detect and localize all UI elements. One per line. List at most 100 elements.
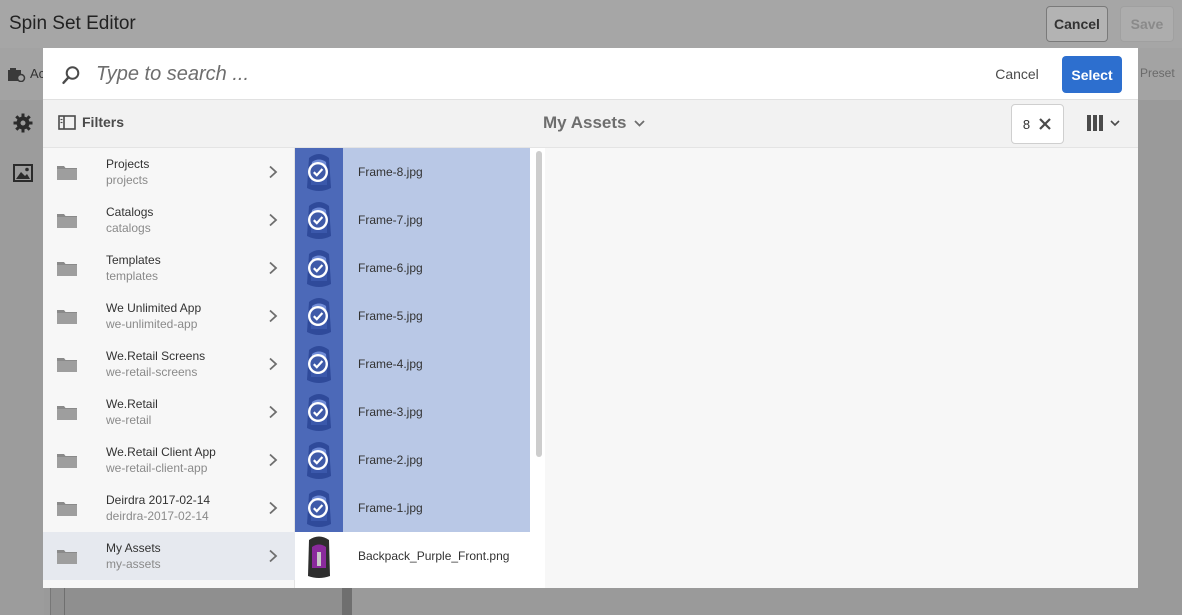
checkmark-icon[interactable] [307,449,329,471]
asset-row[interactable]: Frame-8.jpg [295,148,530,196]
folder-row[interactable]: We.Retail Screens we-retail-screens [43,340,295,388]
cancel-button[interactable]: Cancel [984,63,1050,85]
folder-title: We.Retail [106,397,158,411]
asset-row[interactable]: Frame-7.jpg [295,196,530,244]
checkmark-icon[interactable] [307,161,329,183]
editor-canvas-edge [50,588,350,615]
asset-row[interactable]: Frame-5.jpg [295,292,530,340]
asset-thumbnail [295,532,343,580]
folder-title: Templates [106,253,161,267]
folder-node-name: catalogs [106,221,151,235]
chevron-right-icon[interactable] [268,165,278,179]
folder-icon [57,166,77,180]
chevron-right-icon[interactable] [268,261,278,275]
clear-selection-icon[interactable] [1038,117,1052,131]
chevron-down-icon [634,119,646,127]
chevron-right-icon[interactable] [268,309,278,323]
editor-cancel-button[interactable]: Cancel [1046,6,1108,42]
checkmark-icon[interactable] [307,209,329,231]
asset-name: Frame-4.jpg [358,357,423,371]
checkmark-icon[interactable] [307,305,329,327]
search-input[interactable] [96,58,796,90]
folder-node-name: templates [106,269,159,283]
asset-name: Frame-3.jpg [358,405,423,419]
asset-row[interactable]: Frame-1.jpg [295,484,530,532]
checkmark-icon[interactable] [307,353,329,375]
folder-row[interactable]: Projects projects [43,148,295,196]
chevron-right-icon[interactable] [268,357,278,371]
asset-name: Frame-6.jpg [358,261,423,275]
editor-canvas-divider [64,588,65,615]
asset-thumbnail [295,196,343,244]
preview-column [545,148,1138,588]
folder-icon [57,262,77,276]
folder-row[interactable]: We.Retail we-retail [43,388,295,436]
folder-title: We.Retail Client App [106,445,216,459]
asset-row[interactable]: Frame-4.jpg [295,340,530,388]
folder-row[interactable]: We Unlimited App we-unlimited-app [43,292,295,340]
asset-picker-dialog: Cancel Select Filters My Assets 8 [43,48,1138,588]
editor-title: Spin Set Editor [9,13,136,34]
picker-toolbar: Filters My Assets 8 [43,100,1138,148]
chevron-right-icon[interactable] [268,453,278,467]
asset-thumbnail [295,292,343,340]
add-assets-icon[interactable] [8,68,26,82]
folder-node-name: we-unlimited-app [106,317,198,331]
folder-row[interactable]: We.Retail Client App we-retail-client-app [43,436,295,484]
asset-name: Backpack_Purple_Front.png [358,549,510,563]
asset-row[interactable]: Frame-2.jpg [295,436,530,484]
image-icon[interactable] [13,164,33,182]
folder-title: Catalogs [106,205,154,219]
filter-panel-icon [58,114,76,130]
folder-icon [57,214,77,228]
folder-node-name: my-assets [106,557,161,571]
filters-label: Filters [82,114,125,130]
location-label: My Assets [543,113,627,132]
asset-thumbnail [295,436,343,484]
folder-node-name: deirdra-2017-02-14 [106,509,209,523]
editor-preset-label: Preset [1140,66,1175,80]
filters-toggle[interactable]: Filters [58,114,124,130]
asset-thumbnail [295,244,343,292]
folder-node-name: we-retail-client-app [106,461,208,475]
asset-column: Frame-8.jpg Frame-7.jpg Frame-6.jpg Frame-5… [295,148,545,588]
asset-name: Frame-5.jpg [358,309,423,323]
location-dropdown[interactable]: My Assets [543,113,646,133]
asset-name: Frame-7.jpg [358,213,423,227]
folder-node-name: projects [106,173,149,187]
view-switcher[interactable] [1086,114,1120,132]
selection-count-badge[interactable]: 8 [1011,104,1064,144]
selection-count: 8 [1022,116,1031,132]
checkmark-icon[interactable] [307,497,329,519]
editor-save-button[interactable]: Save [1120,6,1174,42]
chevron-down-icon [1110,119,1120,126]
folder-title: Deirdra 2017-02-14 [106,493,211,507]
asset-thumbnail [295,340,343,388]
chevron-right-icon[interactable] [268,213,278,227]
select-button[interactable]: Select [1062,56,1122,93]
asset-row[interactable]: Frame-3.jpg [295,388,530,436]
folder-row[interactable]: Templates templates [43,244,295,292]
folder-row[interactable]: Catalogs catalogs [43,196,295,244]
folder-row[interactable]: Deirdra 2017-02-14 deirdra-2017-02-14 [43,484,295,532]
checkmark-icon[interactable] [307,257,329,279]
folder-title: Projects [106,157,150,171]
chevron-right-icon[interactable] [268,405,278,419]
folder-column: Projects projects Catalogs catalogs Template… [43,148,295,588]
folder-row[interactable]: My Assets my-assets [43,532,295,580]
chevron-right-icon[interactable] [268,501,278,515]
folder-icon [57,406,77,420]
asset-row[interactable]: Backpack_Purple_Front.png [295,532,530,580]
asset-name: Frame-8.jpg [358,165,423,179]
editor-header [0,0,1182,48]
folder-title: We.Retail Screens [106,349,206,363]
folder-icon [57,358,77,372]
editor-canvas-scrollbar [342,588,352,615]
chevron-right-icon[interactable] [268,549,278,563]
asset-row[interactable]: Frame-6.jpg [295,244,530,292]
folder-title: My Assets [106,541,161,555]
asset-scrollbar-thumb[interactable] [536,151,542,457]
gear-icon[interactable] [13,113,33,133]
folder-icon [57,502,77,516]
checkmark-icon[interactable] [307,401,329,423]
